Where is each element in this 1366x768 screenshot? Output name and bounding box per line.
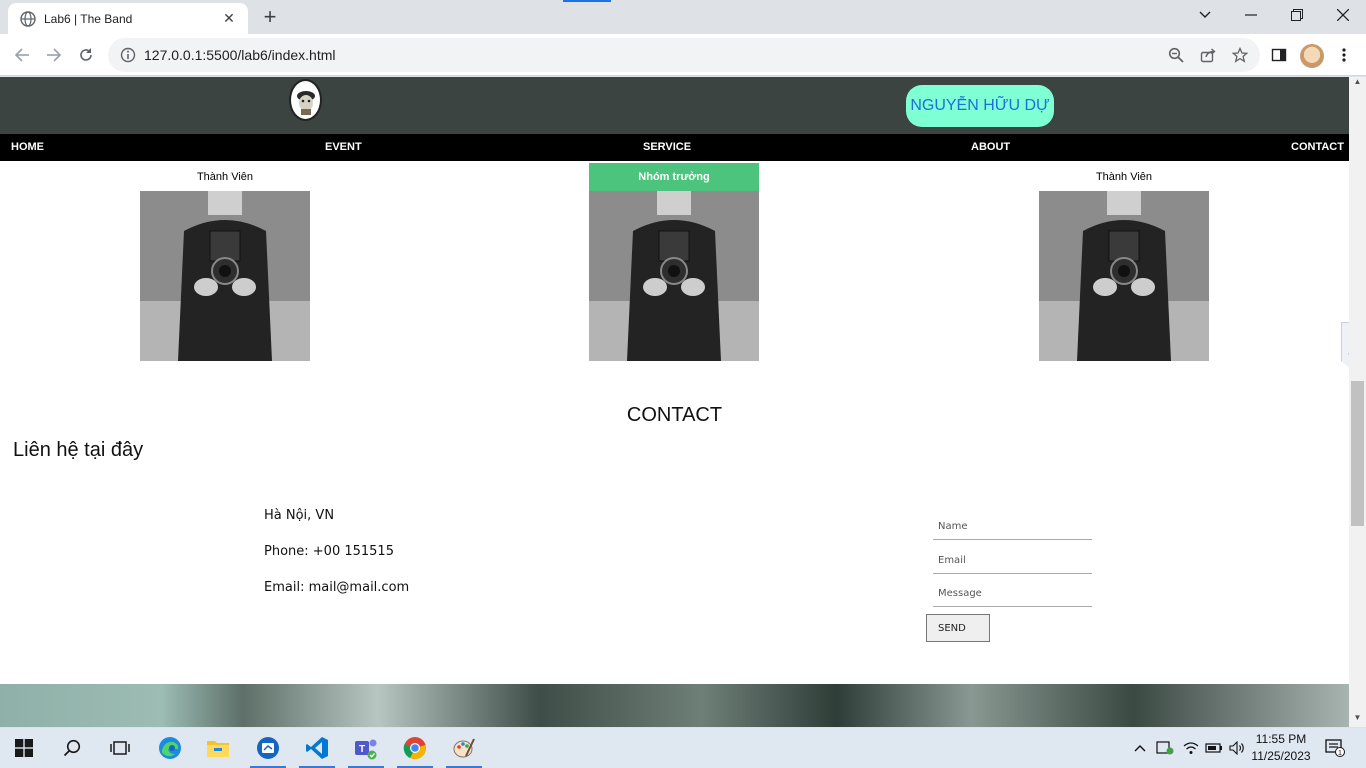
contact-title: CONTACT	[626, 404, 723, 426]
star-icon[interactable]	[1227, 42, 1253, 68]
info-icon[interactable]	[120, 47, 136, 63]
taskview-icon[interactable]	[96, 728, 144, 768]
edge-icon[interactable]	[146, 728, 194, 768]
url-text: 127.0.0.1:5500/lab6/index.html	[144, 47, 336, 63]
page-viewport: NGUYỄN HỮU DỰ HOME EVENT SERVICE ABOUT C…	[0, 77, 1349, 727]
volume-icon[interactable]	[1226, 728, 1248, 768]
vscode-icon[interactable]	[293, 728, 341, 768]
battery-icon[interactable]	[1203, 728, 1225, 768]
chevron-up-icon[interactable]	[1130, 728, 1150, 768]
menu-icon[interactable]	[1331, 42, 1357, 68]
email-field[interactable]: Email	[933, 548, 1092, 574]
nav-contact[interactable]: CONTACT	[1291, 141, 1344, 153]
nav-about[interactable]: ABOUT	[971, 141, 1010, 153]
scrollbar-thumb[interactable]	[1351, 381, 1364, 526]
leader-label: Nhóm trưởng	[589, 163, 759, 191]
back-icon[interactable]	[8, 41, 36, 69]
search-icon[interactable]	[48, 728, 96, 768]
city-image-strip	[0, 684, 1349, 727]
clock-date: 11/25/2023	[1251, 749, 1311, 763]
paint-icon[interactable]	[440, 728, 488, 768]
windows-icon[interactable]	[0, 728, 48, 768]
name-badge: NGUYỄN HỮU DỰ	[906, 85, 1054, 127]
minimize-icon[interactable]	[1228, 0, 1274, 30]
wifi-icon[interactable]	[1180, 728, 1202, 768]
member-card: Thành Viên	[140, 163, 310, 361]
member-photo	[589, 191, 759, 361]
member-label: Thành Viên	[1095, 171, 1153, 183]
scroll-down-icon[interactable]: ▼	[1349, 713, 1366, 727]
sidepanel-icon[interactable]	[1266, 42, 1292, 68]
taskbar-clock[interactable]: 11:55 PM 11/25/2023	[1248, 731, 1314, 765]
send-button[interactable]: SEND	[926, 614, 990, 642]
browser-toolbar: 127.0.0.1:5500/lab6/index.html	[0, 34, 1366, 76]
whiteboard-icon[interactable]	[244, 728, 292, 768]
contact-subtitle: Liên hệ tại đây	[13, 439, 144, 461]
globe-icon	[20, 10, 36, 27]
explorer-icon[interactable]	[194, 728, 242, 768]
tab-title: Lab6 | The Band	[44, 11, 133, 26]
member-photo	[140, 191, 310, 361]
svg-text:T: T	[359, 744, 365, 755]
restore-icon[interactable]	[1274, 0, 1320, 30]
member-label: Thành Viên	[196, 171, 254, 183]
nav-service[interactable]: SERVICE	[643, 141, 691, 153]
taskbar: T 11:55 PM 11/25/2023 1	[0, 728, 1366, 768]
site-header: NGUYỄN HỮU DỰ	[0, 77, 1349, 134]
page-scrollbar[interactable]: ▲ ▼	[1349, 77, 1366, 727]
notification-count: 1	[1338, 750, 1342, 757]
site-nav: HOME EVENT SERVICE ABOUT CONTACT	[0, 134, 1349, 161]
security-icon[interactable]	[1154, 728, 1176, 768]
nav-home[interactable]: HOME	[11, 141, 44, 153]
chrome-icon[interactable]	[391, 728, 439, 768]
notification-icon[interactable]: 1	[1320, 728, 1350, 768]
member-card-leader: Nhóm trưởng	[589, 163, 759, 361]
close-icon[interactable]: ✕	[220, 10, 238, 27]
member-card: Thành Viên	[1039, 163, 1209, 361]
contact-email: Email: mail@mail.com	[264, 580, 410, 595]
teams-icon[interactable]: T	[342, 728, 390, 768]
plus-icon[interactable]: +	[256, 5, 284, 29]
scroll-up-icon[interactable]: ▲	[1349, 77, 1366, 91]
forward-icon[interactable]	[40, 41, 68, 69]
nav-event[interactable]: EVENT	[325, 141, 362, 153]
tab-strip: Lab6 | The Band ✕ +	[0, 0, 1366, 34]
browser-tab[interactable]: Lab6 | The Band ✕	[8, 3, 248, 34]
share-icon[interactable]	[1195, 42, 1221, 68]
clock-time: 11:55 PM	[1255, 732, 1307, 746]
address-bar[interactable]: 127.0.0.1:5500/lab6/index.html	[108, 38, 1260, 72]
chevron-down-icon[interactable]	[1182, 0, 1228, 30]
member-photo	[1039, 191, 1209, 361]
profile-avatar[interactable]	[1300, 44, 1324, 68]
name-field[interactable]: Name	[933, 514, 1092, 540]
zoom-icon[interactable]	[1163, 42, 1189, 68]
tab-strip-accent	[563, 0, 611, 2]
message-field[interactable]: Message	[933, 581, 1092, 607]
reload-icon[interactable]	[72, 41, 100, 69]
contact-phone: Phone: +00 151515	[264, 544, 394, 559]
window-close-icon[interactable]	[1320, 0, 1366, 30]
logo[interactable]	[289, 79, 322, 121]
contact-location: Hà Nội, VN	[264, 508, 335, 523]
